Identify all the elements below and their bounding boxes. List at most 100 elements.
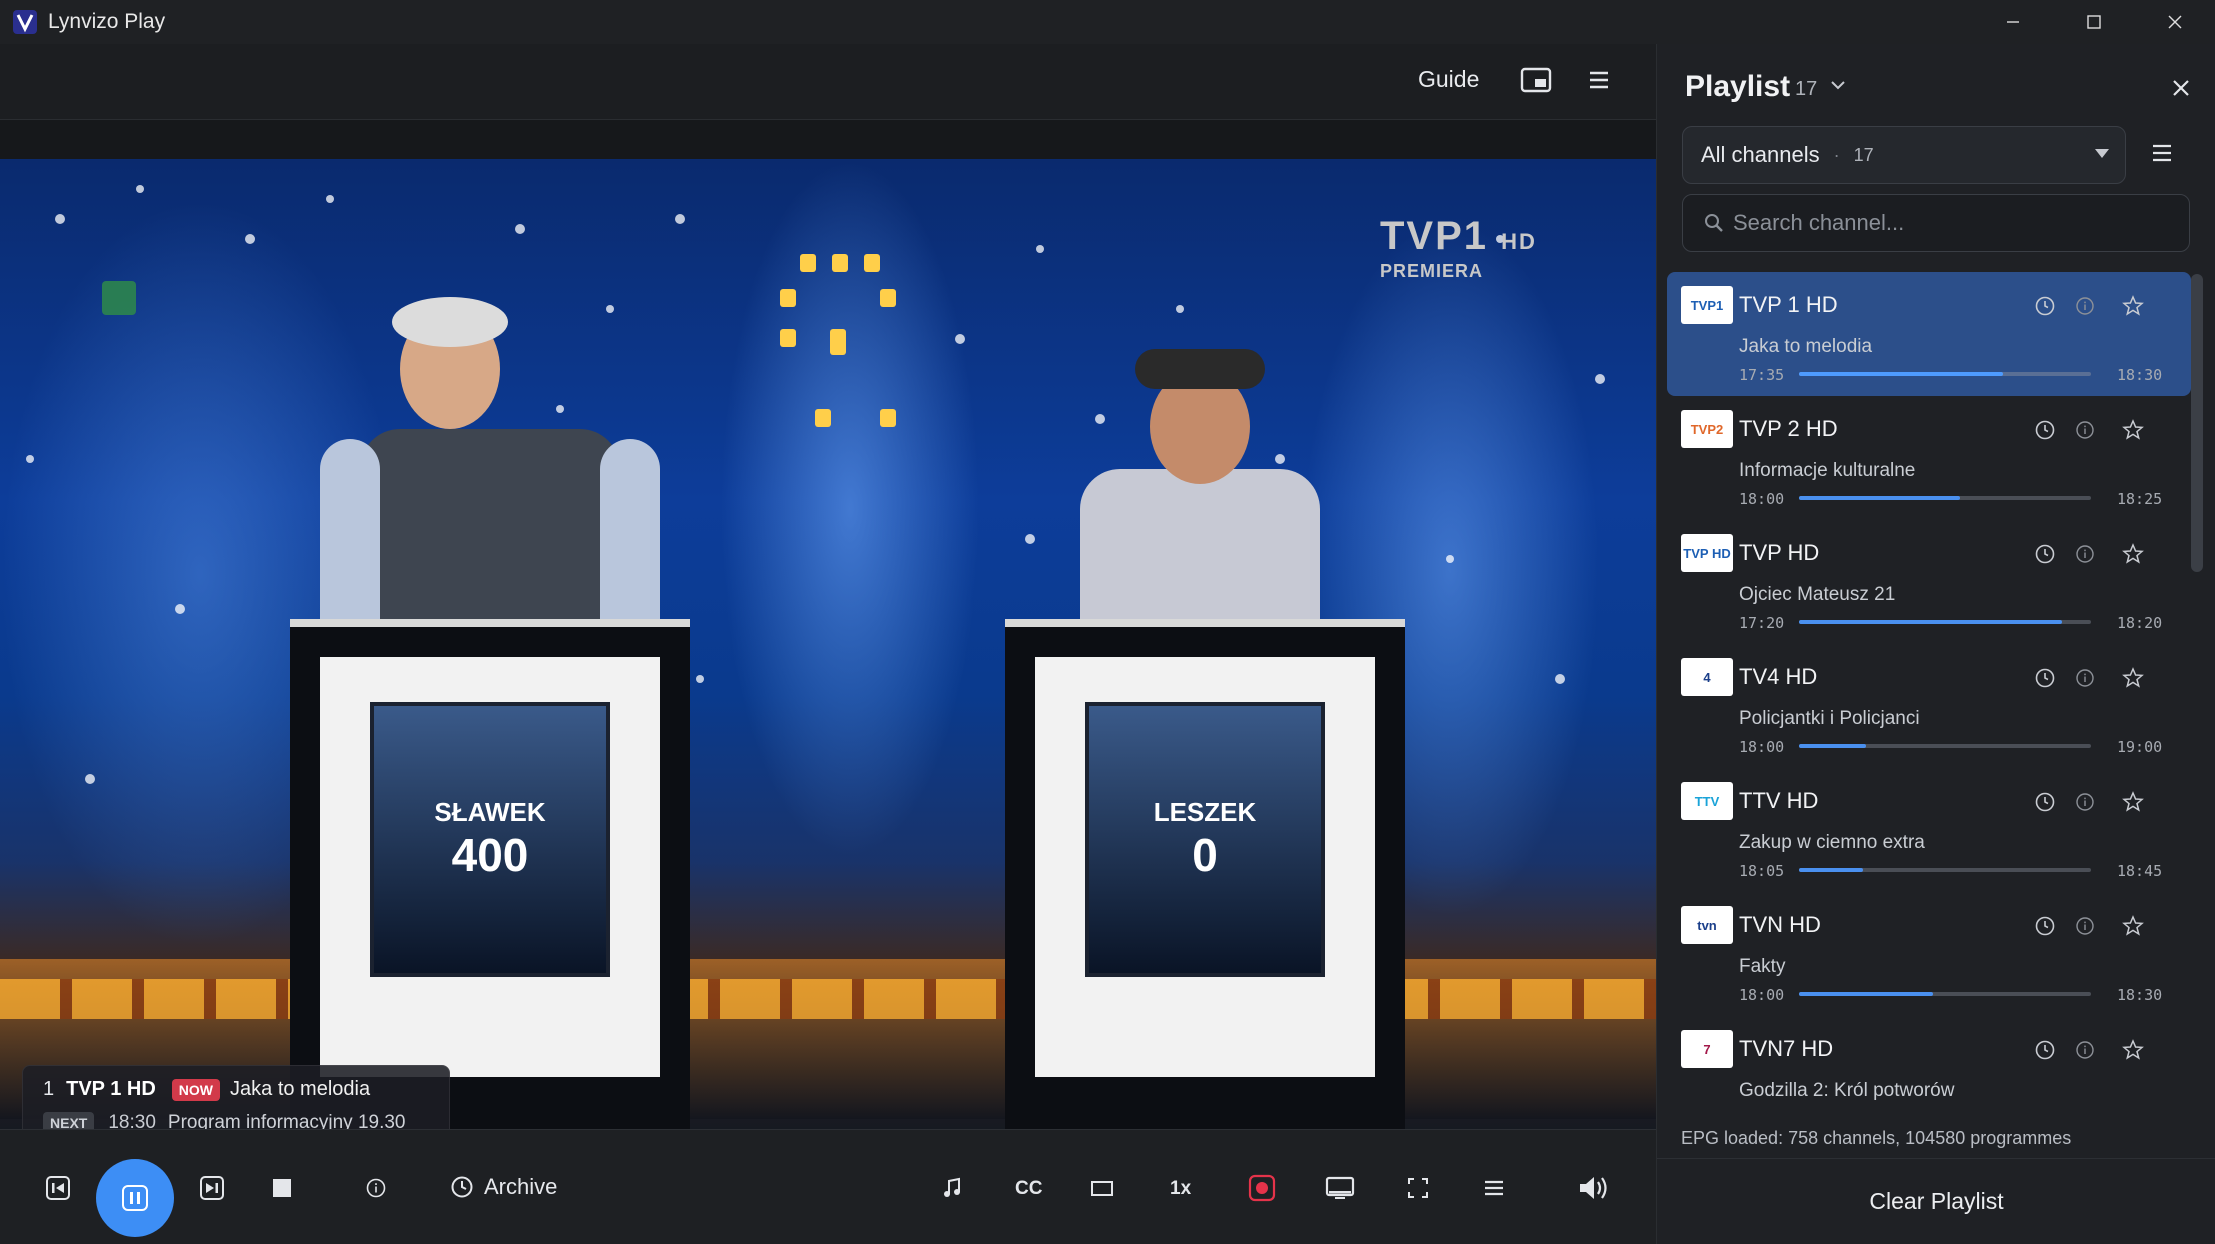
channel-search[interactable] (1682, 194, 2190, 252)
maximize-button[interactable] (2053, 0, 2134, 44)
player-area: Guide TVP1 HD PREMIERA SŁAWEK 400 LESZEK… (0, 44, 1656, 1244)
favorite-star-icon[interactable] (2121, 1038, 2145, 1062)
search-icon (1705, 214, 1723, 232)
playlist-panel: Playlist 17 All channels · 17 TVP1TVP 1 … (1656, 44, 2215, 1244)
channel-logo: tvn (1681, 906, 1733, 944)
channel-row[interactable]: TVP HD TVP HD Ojciec Mateusz 21 17:20 18:20 (1667, 520, 2191, 644)
favorite-star-icon[interactable] (2121, 666, 2145, 690)
program-start-time: 18:00 (1739, 490, 1785, 508)
title-bar: Lynvizo Play (0, 0, 2215, 44)
archive-clock-icon[interactable] (2033, 542, 2057, 566)
channel-logo: TVP HD (1681, 534, 1733, 572)
channel-name: TVN HD (1739, 912, 1821, 937)
channel-row[interactable]: 7 TVN7 HD Godzilla 2: Król potworów (1667, 1016, 2191, 1108)
stop-button[interactable] (264, 1170, 300, 1206)
playlist-toggle-button[interactable] (1476, 1170, 1512, 1206)
skip-next-icon (200, 1176, 224, 1200)
info-icon[interactable] (2073, 1038, 2097, 1062)
favorite-star-icon[interactable] (2121, 294, 2145, 318)
app-logo-icon (12, 9, 38, 35)
mini-player-icon (1325, 1176, 1355, 1199)
audio-track-button[interactable] (934, 1170, 970, 1206)
podium-score: 400 (451, 829, 529, 881)
search-input[interactable] (1733, 210, 2173, 236)
info-button[interactable] (358, 1170, 394, 1206)
channel-list: TVP1 TVP 1 HD Jaka to melodia 17:35 18:30 TVP… (1667, 272, 2191, 1108)
archive-clock-icon[interactable] (2033, 294, 2057, 318)
current-program: Informacje kulturalne (1739, 460, 1916, 481)
archive-clock-icon[interactable] (2033, 790, 2057, 814)
program-end-time: 18:20 (2117, 614, 2163, 632)
volume-icon (1580, 1177, 1607, 1199)
player-toolbar: Guide (0, 44, 1656, 120)
info-icon[interactable] (2073, 914, 2097, 938)
channel-group-select[interactable]: All channels · 17 (1682, 126, 2126, 184)
favorite-star-icon[interactable] (2121, 914, 2145, 938)
archive-button[interactable]: Archive (450, 1174, 557, 1200)
info-icon[interactable] (2073, 790, 2097, 814)
now-badge: NOW (171, 1078, 221, 1101)
stop-icon (273, 1179, 291, 1197)
channel-row[interactable]: TVP2 TVP 2 HD Informacje kulturalne 18:00 18… (1667, 396, 2191, 520)
channel-row[interactable]: TVP1 TVP 1 HD Jaka to melodia 17:35 18:30 (1667, 272, 2191, 396)
favorite-star-icon[interactable] (2121, 418, 2145, 442)
program-progress-fill (1799, 744, 1867, 748)
close-window-button[interactable] (2134, 0, 2215, 44)
picture-in-picture-button[interactable] (1520, 66, 1552, 94)
archive-clock-icon[interactable] (2033, 914, 2057, 938)
channel-logo: TVP2 (1681, 410, 1733, 448)
playlist-options-button[interactable] (2151, 142, 2173, 164)
program-progress-bar (1799, 496, 2091, 500)
channel-list-scrollbar[interactable] (2187, 272, 2207, 1108)
info-icon[interactable] (2073, 418, 2097, 442)
clock-icon (451, 1176, 473, 1198)
mini-player-button[interactable] (1322, 1170, 1358, 1206)
player-menu-button[interactable] (1584, 66, 1614, 94)
playlist-count: 17 (1795, 78, 1818, 100)
fullscreen-button[interactable] (1400, 1170, 1436, 1206)
channel-row[interactable]: 4 TV4 HD Policjantki i Policjanci 18:00 19:0… (1667, 644, 2191, 768)
program-progress-bar (1799, 372, 2091, 376)
clear-playlist-button[interactable]: Clear Playlist (1869, 1188, 2003, 1215)
favorite-star-icon[interactable] (2121, 542, 2145, 566)
current-program: Jaka to melodia (1739, 336, 1873, 357)
subtitles-button[interactable]: CC (1015, 1178, 1042, 1200)
pause-icon (122, 1185, 148, 1211)
guide-button[interactable]: Guide (1418, 66, 1479, 93)
scrollbar-thumb[interactable] (2191, 274, 2203, 572)
record-button[interactable] (1244, 1170, 1280, 1206)
info-icon[interactable] (2073, 542, 2097, 566)
archive-clock-icon[interactable] (2033, 666, 2057, 690)
next-channel-button[interactable] (194, 1170, 230, 1206)
channel-name: TVN7 HD (1739, 1036, 1834, 1061)
favorite-star-icon[interactable] (2121, 790, 2145, 814)
minimize-button[interactable] (1972, 0, 2053, 44)
playlist-switch-button[interactable] (1829, 78, 1847, 97)
volume-button[interactable] (1574, 1170, 1614, 1206)
pause-button[interactable] (96, 1159, 174, 1237)
menu-icon (1485, 1180, 1503, 1196)
close-playlist-button[interactable] (2169, 76, 2193, 100)
picture-in-picture-icon (1520, 67, 1552, 93)
video-frame[interactable]: TVP1 HD PREMIERA SŁAWEK 400 LESZEK 0 (0, 159, 1656, 1135)
program-end-time: 19:00 (2117, 738, 2163, 756)
channel-logo: 4 (1681, 658, 1733, 696)
playback-speed-button[interactable]: 1x (1170, 1178, 1191, 1200)
archive-clock-icon[interactable] (2033, 418, 2057, 442)
close-icon (2173, 80, 2189, 96)
program-end-time: 18:45 (2117, 862, 2163, 880)
filter-count: 17 (1853, 144, 1874, 165)
info-icon[interactable] (2073, 666, 2097, 690)
archive-clock-icon[interactable] (2033, 1038, 2057, 1062)
previous-channel-button[interactable] (40, 1170, 76, 1206)
channel-name: TVP 2 HD (1739, 416, 1838, 441)
info-icon[interactable] (2073, 294, 2097, 318)
program-progress-fill (1799, 620, 2062, 624)
channel-row[interactable]: TTV TTV HD Zakup w ciemno extra 18:05 18:45 (1667, 768, 2191, 892)
osd-channel-number: 1 (43, 1078, 55, 1100)
program-start-time: 17:20 (1739, 614, 1785, 632)
podium-score: 0 (1192, 829, 1218, 881)
aspect-ratio-button[interactable] (1084, 1170, 1120, 1206)
program-end-time: 18:25 (2117, 490, 2163, 508)
channel-row[interactable]: tvn TVN HD Fakty 18:00 18:30 (1667, 892, 2191, 1016)
